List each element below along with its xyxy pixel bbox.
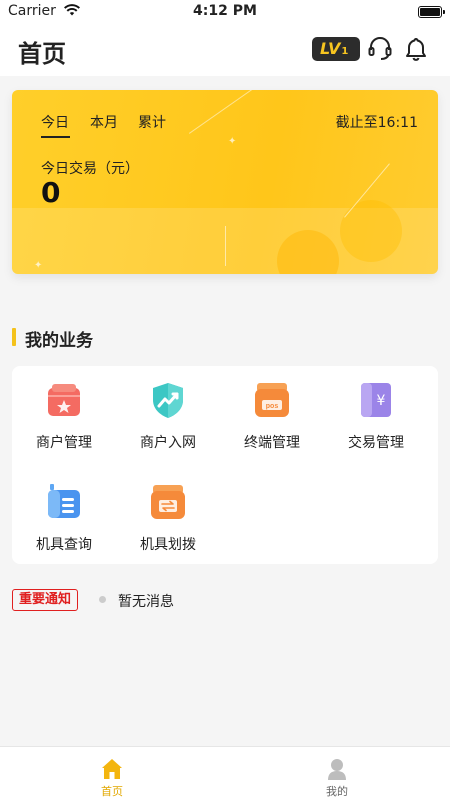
business-item-terminal-management[interactable]: pos 终端管理 [220, 366, 324, 456]
tab-cumulative[interactable]: 累计 [138, 112, 166, 132]
metric-value: 0 [41, 176, 61, 209]
tab-month[interactable]: 本月 [90, 112, 118, 132]
transaction-summary-card: ✦ ✦ 今日 本月 累计 截止至16:11 今日交易（元） 0 [12, 90, 438, 274]
merchant-store-icon [48, 384, 80, 416]
bell-icon[interactable] [402, 35, 430, 63]
svg-text:¥: ¥ [377, 393, 386, 409]
decorative-line [188, 90, 256, 134]
tab-home[interactable]: 首页 [72, 747, 152, 800]
business-item-label: 商户入网 [140, 435, 196, 451]
tab-home-label: 首页 [101, 785, 123, 798]
battery-icon [418, 6, 445, 18]
decorative-line [225, 226, 226, 266]
header: 首页 LV1 [0, 24, 450, 76]
level-number: 1 [341, 46, 349, 57]
business-item-merchant-management[interactable]: 商户管理 [12, 366, 116, 456]
business-item-label: 商户管理 [36, 435, 92, 451]
business-item-label: 机具查询 [36, 537, 92, 553]
tab-mine[interactable]: 我的 [297, 747, 377, 800]
important-notice-badge[interactable]: 重要通知 [12, 589, 78, 611]
status-bar: Carrier 4:12 PM [0, 0, 450, 24]
as-of-time: 截止至16:11 [335, 115, 418, 131]
headset-icon[interactable] [366, 35, 394, 63]
sparkle-icon: ✦ [228, 136, 237, 147]
tab-mine-label: 我的 [326, 785, 348, 798]
merchant-onboard-shield-icon [153, 383, 183, 418]
notice-dot [99, 596, 106, 603]
level-badge[interactable]: LV1 [312, 37, 360, 61]
page-title: 首页 [18, 40, 66, 68]
business-item-device-query[interactable]: 机具查询 [12, 468, 116, 558]
metric-label: 今日交易（元） [41, 161, 139, 177]
business-item-label: 机具划拨 [140, 537, 196, 553]
business-item-device-transfer[interactable]: 机具划拨 [116, 468, 220, 558]
section-marker [12, 328, 16, 346]
svg-text:pos: pos [266, 403, 279, 410]
business-item-merchant-onboarding[interactable]: 商户入网 [116, 366, 220, 456]
device-query-icon [48, 484, 80, 518]
pos-terminal-icon: pos [255, 383, 289, 417]
profile-icon [328, 759, 346, 780]
business-item-label: 终端管理 [244, 435, 300, 451]
clock: 4:12 PM [193, 3, 257, 19]
business-item-transaction-management[interactable]: ¥ 交易管理 [324, 366, 428, 456]
transaction-yuan-icon: ¥ [361, 383, 391, 417]
section-title: 我的业务 [25, 331, 93, 351]
level-text: LV [320, 39, 341, 58]
device-transfer-icon [151, 485, 185, 519]
business-item-label: 交易管理 [348, 435, 404, 451]
bottom-tab-bar: 首页 我的 [0, 746, 450, 800]
notice-text[interactable]: 暂无消息 [118, 591, 174, 611]
active-tab-indicator [41, 136, 70, 138]
sparkle-icon: ✦ [34, 260, 43, 271]
tab-today[interactable]: 今日 [41, 112, 69, 132]
home-icon [102, 759, 122, 779]
business-panel: 商户管理 商户入网 pos 终端管理 ¥ 交易管理 机具查询 机具划拨 [12, 366, 438, 564]
